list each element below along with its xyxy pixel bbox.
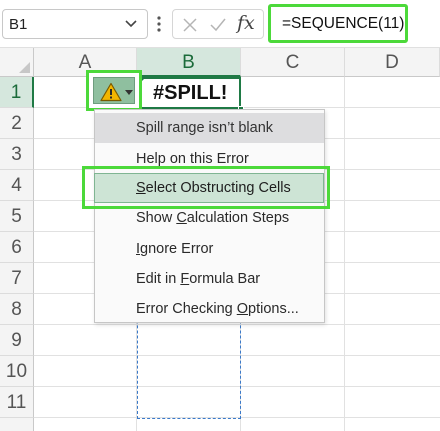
gridline xyxy=(344,77,345,431)
menu-header: Spill range isn’t blank xyxy=(95,113,324,143)
highlight-outline xyxy=(82,166,330,209)
row-header-3[interactable]: 3 xyxy=(0,139,34,170)
spill-error-value: #SPILL! xyxy=(153,82,228,104)
menu-accelerator: F xyxy=(180,271,190,287)
formula-text: =SEQUENCE(11) xyxy=(282,15,405,32)
menu-item-edit-in-formula-bar[interactable]: Edit in Formula Bar xyxy=(95,264,324,294)
error-indicator-button[interactable] xyxy=(86,70,142,111)
row-header-8[interactable]: 8 xyxy=(0,294,34,325)
row-header-7[interactable]: 7 xyxy=(0,263,34,294)
checkmark-icon[interactable] xyxy=(209,16,227,34)
row-header-6[interactable]: 6 xyxy=(0,232,34,263)
menu-item-text: Edit in xyxy=(136,271,181,287)
menu-item-text: Show xyxy=(136,210,177,226)
chevron-down-icon[interactable] xyxy=(123,15,139,31)
cancel-icon[interactable] xyxy=(181,16,199,34)
formula-input[interactable]: =SEQUENCE(11) xyxy=(268,4,408,43)
menu-item-text: ormula Bar xyxy=(189,271,261,287)
menu-item-help-text: Help on this Error xyxy=(136,151,249,167)
warning-icon xyxy=(100,82,122,102)
menu-item-text: alculation Steps xyxy=(186,210,290,226)
dropdown-arrow-icon xyxy=(125,90,133,95)
more-options-icon[interactable] xyxy=(156,15,162,33)
formula-buttons: fx xyxy=(172,9,264,39)
active-cell-b1[interactable]: #SPILL! xyxy=(137,77,241,109)
menu-item-text: Error Checking xyxy=(136,301,237,317)
row-header-4[interactable]: 4 xyxy=(0,170,34,201)
formula-bar-row: B1 fx =SEQUENCE(11) xyxy=(0,0,440,48)
menu-accelerator: C xyxy=(176,210,187,226)
row-header-11[interactable]: 11 xyxy=(0,387,34,418)
error-options-menu: Spill range isn’t blank Help on this Err… xyxy=(94,109,325,323)
select-all-triangle-icon xyxy=(19,62,30,73)
row-header-9[interactable]: 9 xyxy=(0,325,34,356)
menu-item-text: ptions... xyxy=(248,301,299,317)
row-header-2[interactable]: 2 xyxy=(0,108,34,139)
menu-item-text: gnore Error xyxy=(140,241,214,257)
name-box[interactable]: B1 xyxy=(2,9,148,39)
row-header-1[interactable]: 1 xyxy=(0,77,34,108)
menu-item-ignore-error[interactable]: Ignore Error xyxy=(95,234,324,264)
menu-accelerator: O xyxy=(236,301,249,317)
error-button-face[interactable] xyxy=(93,77,135,104)
row-header-12[interactable] xyxy=(0,418,34,431)
row-header-5[interactable]: 5 xyxy=(0,201,34,232)
column-header-d[interactable]: D xyxy=(345,48,440,77)
column-header-c[interactable]: C xyxy=(241,48,345,77)
menu-item-error-checking-options[interactable]: Error Checking Options... xyxy=(95,294,324,324)
name-box-value: B1 xyxy=(9,16,28,33)
row-header-10[interactable]: 10 xyxy=(0,356,34,387)
column-header-b[interactable]: B xyxy=(137,48,241,77)
insert-function-icon[interactable]: fx xyxy=(237,12,255,34)
select-all-corner[interactable] xyxy=(0,48,34,77)
